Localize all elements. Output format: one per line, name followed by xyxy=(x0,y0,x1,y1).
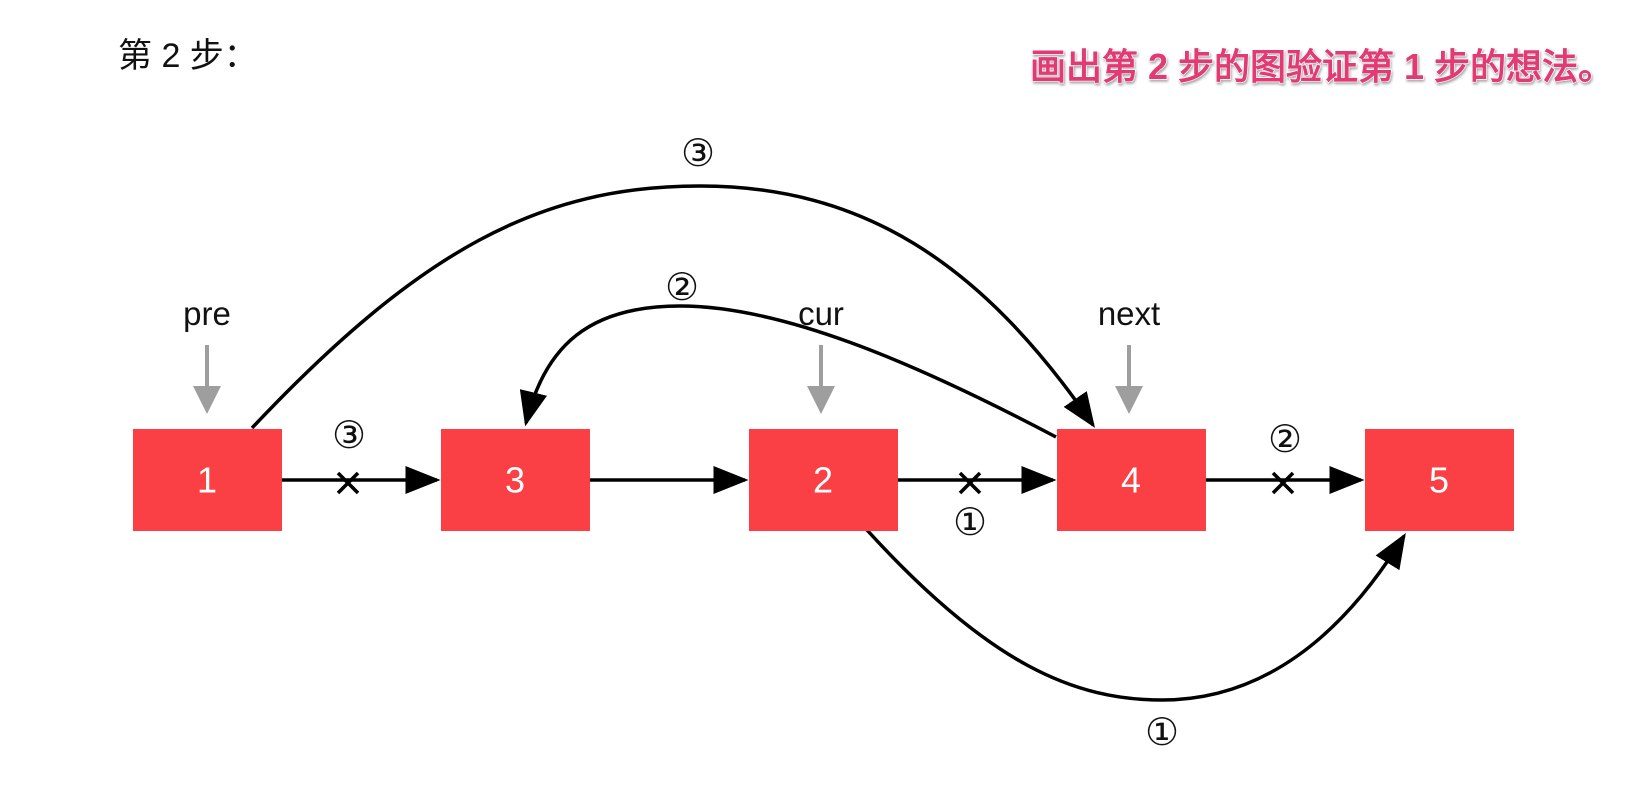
step-mark-2-to-5-arc: ① xyxy=(1145,710,1179,754)
list-node: 4 xyxy=(1057,429,1206,531)
list-node: 1 xyxy=(133,429,282,531)
edge-2-to-5-arc xyxy=(865,528,1406,702)
pointer-pre: pre xyxy=(183,295,231,414)
pointer-next: next xyxy=(1098,295,1160,414)
node-label: 5 xyxy=(1429,460,1449,501)
node-label: 3 xyxy=(505,460,525,501)
cross-mark-1-to-3 xyxy=(336,471,360,495)
list-node: 5 xyxy=(1365,429,1514,531)
edge-4-to-3-arc xyxy=(519,304,1057,439)
step-mark-4-to-3-arc: ② xyxy=(665,265,699,309)
pointer-pre-label: pre xyxy=(183,295,231,332)
list-node: 3 xyxy=(441,429,590,531)
pointer-cur-label: cur xyxy=(798,295,844,332)
hint-text: 画出第 2 步的图验证第 1 步的想法。 xyxy=(1030,46,1614,87)
step-title: 第 2 步： xyxy=(118,37,258,75)
node-label: 2 xyxy=(813,460,833,501)
step-mark-1-to-3: ③ xyxy=(332,413,366,457)
pointer-cur: cur xyxy=(798,295,844,414)
node-label: 1 xyxy=(197,460,217,501)
pointer-next-label: next xyxy=(1098,295,1160,332)
list-node: 2 xyxy=(749,429,898,531)
node-label: 4 xyxy=(1121,460,1141,501)
step-mark-2-to-4: ① xyxy=(953,500,987,544)
cross-mark-2-to-4 xyxy=(958,471,982,495)
step-mark-1-to-4-arc: ③ xyxy=(681,131,715,175)
step-mark-4-to-5: ② xyxy=(1268,417,1302,461)
linked-list-diagram: 第 2 步： 画出第 2 步的图验证第 1 步的想法。 ③ ① ② ③ ② ① … xyxy=(118,37,1615,754)
cross-mark-4-to-5 xyxy=(1271,471,1295,495)
